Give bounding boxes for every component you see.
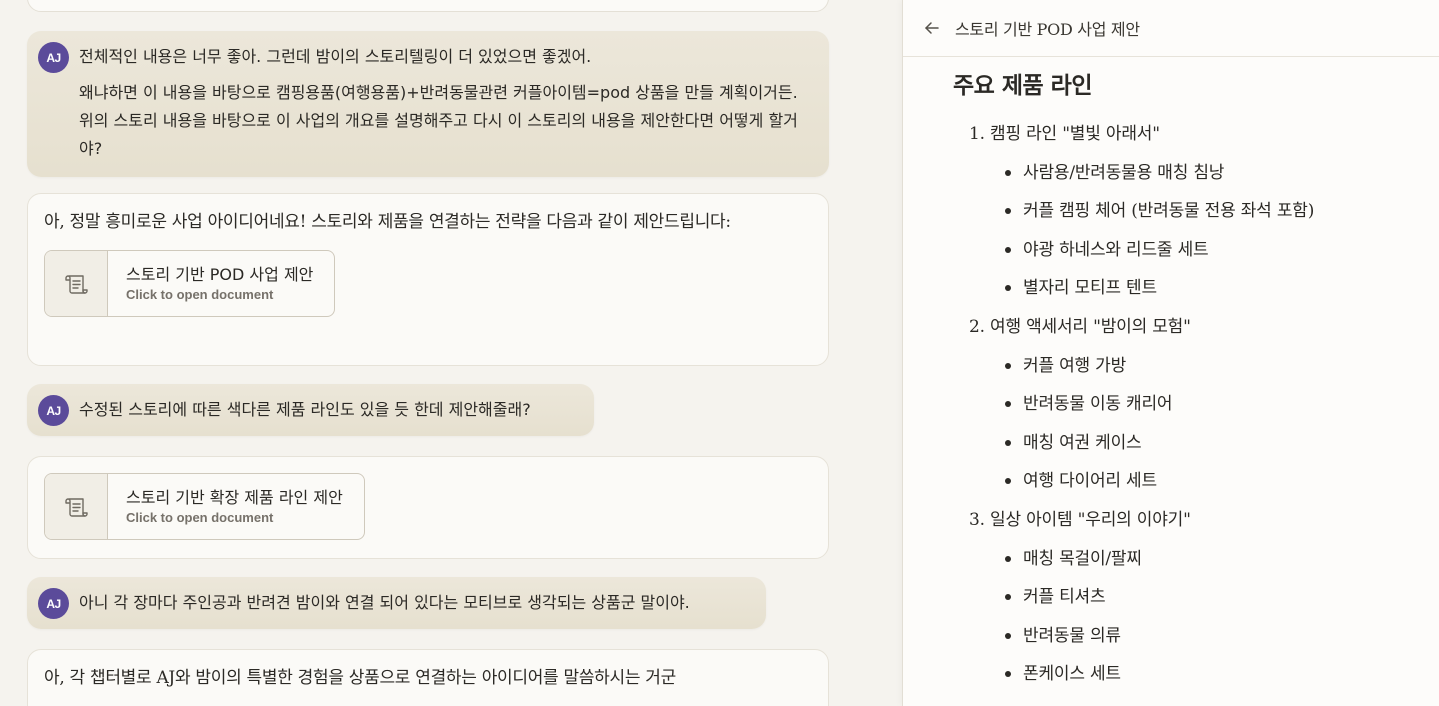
panel-header: 스토리 기반 POD 사업 제안 <box>903 0 1439 57</box>
message-text: 아니 각 장마다 주인공과 반려견 밤이와 연결 되어 있다는 모티브로 생각되… <box>79 593 690 612</box>
user-message: AJ 전체적인 내용은 너무 좋아. 그런데 밤이의 스토리텔링이 더 있었으면… <box>27 31 829 177</box>
document-title: 스토리 기반 POD 사업 제안 <box>126 264 314 284</box>
product-list-item: 매칭 여권 케이스 <box>1005 432 1439 471</box>
panel-title: 스토리 기반 POD 사업 제안 <box>955 20 1140 39</box>
assistant-message: 아, 각 챕터별로 AJ와 밤이의 특별한 경험을 상품으로 연결하는 아이디어… <box>27 649 829 706</box>
assistant-message: 스토리 기반 확장 제품 라인 제안 Click to open documen… <box>27 456 829 559</box>
user-avatar: AJ <box>38 42 69 73</box>
message-text: 왜냐하면 이 내용을 바탕으로 캠핑용품(여행용품)+반려동물관련 커플아이템=… <box>79 83 798 158</box>
assistant-message: 아, 정말 흥미로운 사업 아이디어네요! 스토리와 제품을 연결하는 전략을 … <box>27 193 829 366</box>
arrow-left-icon <box>925 22 939 34</box>
document-panel: 스토리 기반 POD 사업 제안 주요 제품 라인 1. 캠핑 라인 "별빛 아… <box>902 0 1439 706</box>
document-card[interactable]: 스토리 기반 POD 사업 제안 Click to open document <box>44 250 335 317</box>
back-button[interactable] <box>921 17 943 39</box>
chat-thread: AJ 전체적인 내용은 너무 좋아. 그런데 밤이의 스토리텔링이 더 있었으면… <box>0 0 860 706</box>
scroll-document-icon <box>65 274 88 294</box>
message-text: 수정된 스토리에 따른 색다른 제품 라인도 있을 듯 한데 제안해줄래? <box>79 400 531 419</box>
document-body: 주요 제품 라인 1. 캠핑 라인 "별빛 아래서" 사람용/반려동물용 매칭 … <box>903 57 1439 702</box>
product-line-item: 3. 일상 아이템 "우리의 이야기" <box>969 509 1191 530</box>
product-line-item: 2. 여행 액세서리 "밤이의 모험" <box>969 316 1191 337</box>
previous-message-card <box>27 0 829 12</box>
product-list-item: 별자리 모티프 텐트 <box>1005 277 1439 316</box>
user-avatar: AJ <box>38 395 69 426</box>
user-message: AJ 수정된 스토리에 따른 색다른 제품 라인도 있을 듯 한데 제안해줄래? <box>27 384 594 436</box>
scroll-document-icon <box>65 497 88 517</box>
product-list-item: 반려동물 의류 <box>1005 625 1439 664</box>
product-list-item: 여행 다이어리 세트 <box>1005 470 1439 509</box>
document-icon-box <box>45 251 108 316</box>
product-list-item: 폰케이스 세트 <box>1005 663 1439 702</box>
product-list-item: 사람용/반려동물용 매칭 침낭 <box>1005 162 1439 201</box>
section-heading: 주요 제품 라인 <box>953 72 1092 99</box>
message-text: 아, 정말 흥미로운 사업 아이디어네요! 스토리와 제품을 연결하는 전략을 … <box>44 212 731 232</box>
product-list-item: 반려동물 이동 캐리어 <box>1005 393 1439 432</box>
document-icon-box <box>45 474 108 539</box>
message-text: 아, 각 챕터별로 AJ와 밤이의 특별한 경험을 상품으로 연결하는 아이디어… <box>44 668 676 688</box>
product-line-item: 1. 캠핑 라인 "별빛 아래서" <box>969 124 1160 144</box>
document-subtitle: Click to open document <box>126 509 274 525</box>
user-message: AJ 아니 각 장마다 주인공과 반려견 밤이와 연결 되어 있다는 모티브로 … <box>27 577 766 629</box>
product-list-item: 매칭 목걸이/팔찌 <box>1005 548 1439 587</box>
product-list-item: 야광 하네스와 리드줄 세트 <box>1005 239 1439 278</box>
user-avatar: AJ <box>38 588 69 619</box>
product-list-item: 커플 여행 가방 <box>1005 355 1439 394</box>
document-subtitle: Click to open document <box>126 286 274 302</box>
product-list-item: 커플 캠핑 체어 (반려동물 전용 좌석 포함) <box>1005 200 1439 239</box>
document-title: 스토리 기반 확장 제품 라인 제안 <box>126 487 343 507</box>
product-list-item: 커플 티셔츠 <box>1005 586 1439 625</box>
message-text: 전체적인 내용은 너무 좋아. 그런데 밤이의 스토리텔링이 더 있었으면 좋겠… <box>79 47 592 66</box>
document-card[interactable]: 스토리 기반 확장 제품 라인 제안 Click to open documen… <box>44 473 365 540</box>
